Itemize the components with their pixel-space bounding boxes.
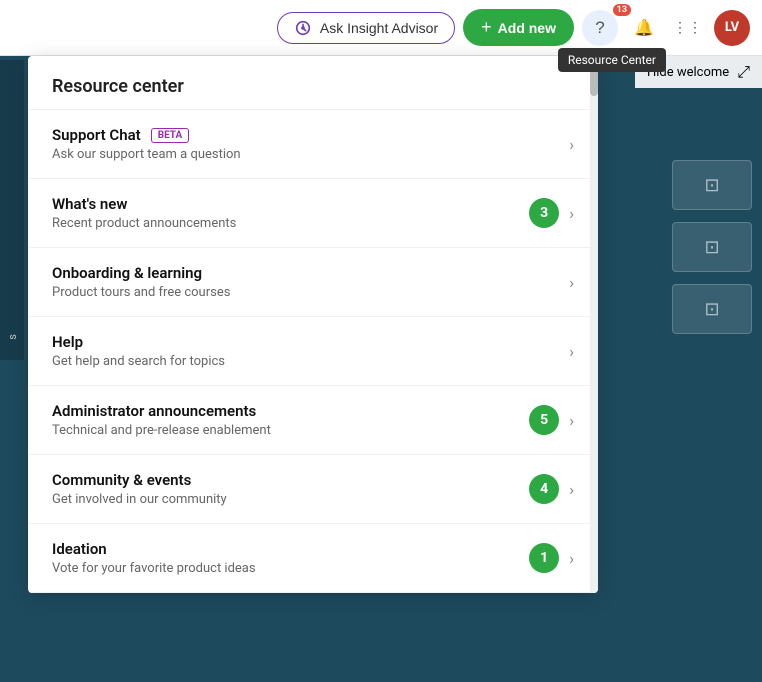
chevron-right-icon-ideation: ›: [569, 549, 574, 568]
menu-item-title-text-ideation: Ideation: [52, 540, 107, 558]
menu-item-desc-whats-new: Recent product announcements: [52, 216, 529, 231]
left-sidebar-edge: s: [0, 60, 24, 360]
side-card-3[interactable]: ⊡: [672, 284, 752, 334]
chevron-right-icon-admin-announcements: ›: [569, 411, 574, 430]
menu-item-title-text-community: Community & events: [52, 471, 191, 489]
chevron-right-icon-help: ›: [569, 342, 574, 361]
menu-item-content-ideation: Ideation Vote for your favorite product …: [52, 540, 529, 576]
avatar-initials: LV: [725, 20, 739, 35]
menu-item-title-text-support-chat: Support Chat: [52, 126, 141, 144]
menu-item-title-onboarding: Onboarding & learning: [52, 264, 569, 282]
count-badge-community: 4: [529, 474, 559, 504]
menu-item-right-support-chat: ›: [569, 135, 574, 154]
insight-advisor-label: Ask Insight Advisor: [320, 20, 438, 36]
user-avatar[interactable]: LV: [714, 10, 750, 46]
panel-title: Resource center: [52, 76, 184, 97]
side-card-1[interactable]: ⊡: [672, 160, 752, 210]
menu-item-whats-new[interactable]: What's new Recent product announcements …: [28, 179, 598, 248]
menu-item-title-ideation: Ideation: [52, 540, 529, 558]
menu-item-desc-admin-announcements: Technical and pre-release enablement: [52, 423, 529, 438]
menu-item-right-community: 4 ›: [529, 474, 574, 504]
count-badge-whats-new: 3: [529, 198, 559, 228]
menu-item-desc-ideation: Vote for your favorite product ideas: [52, 561, 529, 576]
menu-item-title-text-whats-new: What's new: [52, 195, 127, 213]
grid-button[interactable]: ⋮⋮: [670, 10, 706, 46]
menu-item-right-whats-new: 3 ›: [529, 198, 574, 228]
resource-center-button[interactable]: ?: [582, 10, 618, 46]
menu-item-onboarding[interactable]: Onboarding & learning Product tours and …: [28, 248, 598, 317]
resource-center-tooltip: Resource Center: [558, 48, 666, 72]
menu-item-right-onboarding: ›: [569, 273, 574, 292]
menu-item-title-support-chat: Support Chat BETA: [52, 126, 569, 144]
help-notification-badge: 13: [613, 4, 631, 16]
sidebar-letter: s: [6, 334, 19, 340]
tooltip-text: Resource Center: [568, 53, 656, 67]
menu-item-community[interactable]: Community & events Get involved in our c…: [28, 455, 598, 524]
insight-advisor-icon: [294, 19, 312, 37]
menu-item-title-community: Community & events: [52, 471, 529, 489]
menu-items-list: Support Chat BETA Ask our support team a…: [28, 110, 598, 593]
menu-item-ideation[interactable]: Ideation Vote for your favorite product …: [28, 524, 598, 593]
menu-item-content-whats-new: What's new Recent product announcements: [52, 195, 529, 231]
menu-item-desc-onboarding: Product tours and free courses: [52, 285, 569, 300]
menu-item-title-text-onboarding: Onboarding & learning: [52, 264, 202, 282]
menu-item-right-ideation: 1 ›: [529, 543, 574, 573]
panel-header: Resource center: [28, 56, 598, 110]
chevron-right-icon-whats-new: ›: [569, 204, 574, 223]
menu-item-content-onboarding: Onboarding & learning Product tours and …: [52, 264, 569, 300]
menu-item-title-text-help: Help: [52, 333, 83, 351]
bell-button[interactable]: 🔔: [626, 10, 662, 46]
side-card-2[interactable]: ⊡: [672, 222, 752, 272]
count-badge-admin-announcements: 5: [529, 405, 559, 435]
side-cards: ⊡ ⊡ ⊡: [672, 160, 752, 334]
bell-icon: 🔔: [634, 18, 654, 38]
menu-item-right-admin-announcements: 5 ›: [529, 405, 574, 435]
help-icon: ?: [595, 18, 604, 38]
chevron-right-icon-support-chat: ›: [569, 135, 574, 154]
compress-icon: ⤢: [737, 62, 750, 82]
grid-icon: ⋮⋮: [673, 19, 703, 36]
menu-item-right-help: ›: [569, 342, 574, 361]
menu-item-support-chat[interactable]: Support Chat BETA Ask our support team a…: [28, 110, 598, 179]
chevron-right-icon-onboarding: ›: [569, 273, 574, 292]
menu-item-content-help: Help Get help and search for topics: [52, 333, 569, 369]
chevron-right-icon-community: ›: [569, 480, 574, 499]
menu-item-desc-help: Get help and search for topics: [52, 354, 569, 369]
menu-item-title-text-admin-announcements: Administrator announcements: [52, 402, 256, 420]
count-badge-ideation: 1: [529, 543, 559, 573]
menu-item-help[interactable]: Help Get help and search for topics ›: [28, 317, 598, 386]
resource-center-panel: Resource center Support Chat BETA Ask ou…: [28, 56, 598, 593]
menu-item-desc-community: Get involved in our community: [52, 492, 529, 507]
insight-advisor-button[interactable]: Ask Insight Advisor: [277, 12, 455, 44]
add-new-plus-icon: +: [481, 17, 492, 38]
menu-item-admin-announcements[interactable]: Administrator announcements Technical an…: [28, 386, 598, 455]
menu-item-desc-support-chat: Ask our support team a question: [52, 147, 569, 162]
menu-item-content-support-chat: Support Chat BETA Ask our support team a…: [52, 126, 569, 162]
menu-item-content-admin-announcements: Administrator announcements Technical an…: [52, 402, 529, 438]
add-new-button[interactable]: + Add new: [463, 9, 574, 46]
add-new-label: Add new: [498, 20, 556, 36]
menu-item-title-help: Help: [52, 333, 569, 351]
menu-item-content-community: Community & events Get involved in our c…: [52, 471, 529, 507]
beta-badge-support-chat: BETA: [151, 128, 190, 143]
menu-item-title-whats-new: What's new: [52, 195, 529, 213]
menu-item-title-admin-announcements: Administrator announcements: [52, 402, 529, 420]
